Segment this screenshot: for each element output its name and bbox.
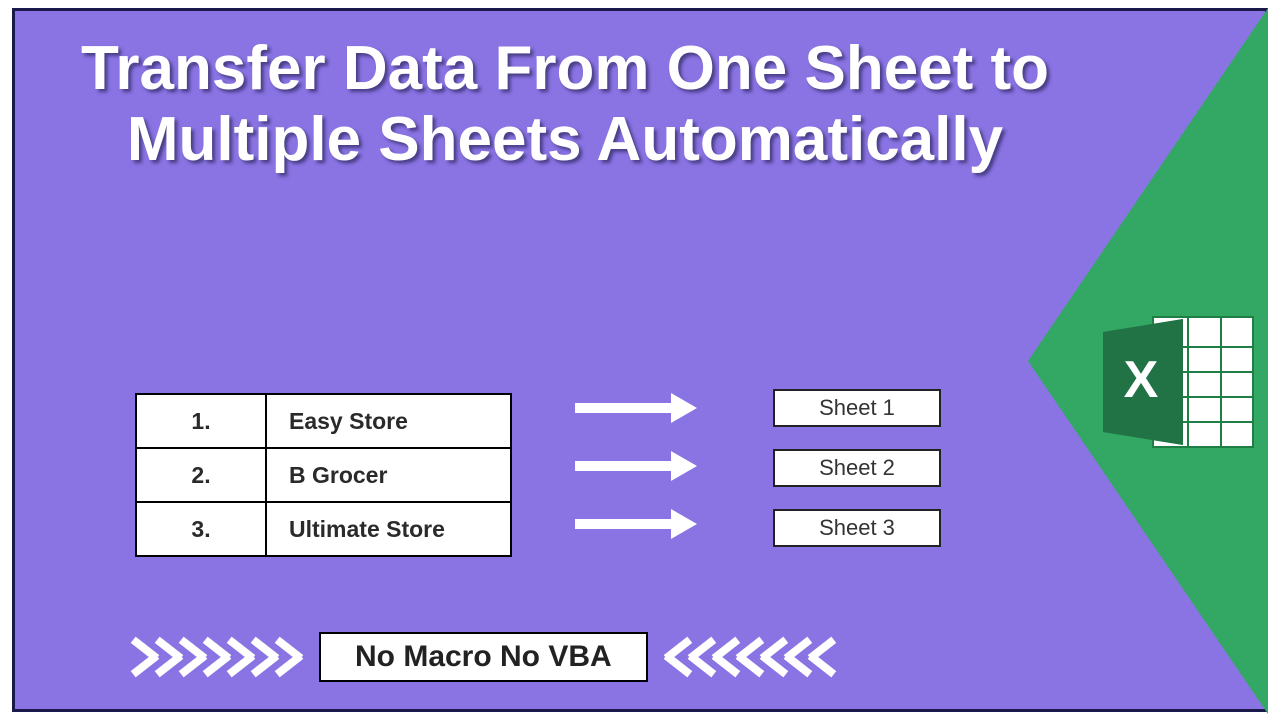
chevron-right-icon bbox=[253, 629, 277, 685]
arrow-group bbox=[575, 399, 695, 573]
chevron-right-icon bbox=[181, 629, 205, 685]
row-number: 2. bbox=[136, 448, 266, 502]
table-row: 2. B Grocer bbox=[136, 448, 511, 502]
chevron-right-icon bbox=[205, 629, 229, 685]
target-sheets: Sheet 1 Sheet 2 Sheet 3 bbox=[773, 389, 941, 569]
sheet-label: Sheet 2 bbox=[773, 449, 941, 487]
arrow-right-icon bbox=[575, 515, 695, 533]
source-data-table: 1. Easy Store 2. B Grocer 3. Ultimate St… bbox=[135, 393, 512, 557]
footer-banner: No Macro No VBA bbox=[133, 629, 943, 685]
chevron-right-icon bbox=[157, 629, 181, 685]
chevrons-right-group bbox=[666, 629, 834, 685]
chevron-left-icon bbox=[786, 629, 810, 685]
slide-frame: Transfer Data From One Sheet to Multiple… bbox=[12, 8, 1268, 712]
slide-title: Transfer Data From One Sheet to Multiple… bbox=[55, 33, 1075, 176]
banner-text: No Macro No VBA bbox=[319, 632, 648, 682]
chevron-left-icon bbox=[738, 629, 762, 685]
svg-text:X: X bbox=[1124, 351, 1159, 409]
sheet-label: Sheet 3 bbox=[773, 509, 941, 547]
chevron-right-icon bbox=[133, 629, 157, 685]
row-number: 3. bbox=[136, 502, 266, 556]
chevron-left-icon bbox=[690, 629, 714, 685]
arrow-right-icon bbox=[575, 399, 695, 417]
chevron-left-icon bbox=[714, 629, 738, 685]
row-name: Easy Store bbox=[266, 394, 511, 448]
excel-icon: X bbox=[1093, 307, 1263, 457]
chevrons-left-group bbox=[133, 629, 301, 685]
chevron-left-icon bbox=[810, 629, 834, 685]
table-row: 1. Easy Store bbox=[136, 394, 511, 448]
chevron-right-icon bbox=[229, 629, 253, 685]
row-name: B Grocer bbox=[266, 448, 511, 502]
sheet-label: Sheet 1 bbox=[773, 389, 941, 427]
row-name: Ultimate Store bbox=[266, 502, 511, 556]
arrow-right-icon bbox=[575, 457, 695, 475]
row-number: 1. bbox=[136, 394, 266, 448]
chevron-left-icon bbox=[762, 629, 786, 685]
chevron-left-icon bbox=[666, 629, 690, 685]
table-row: 3. Ultimate Store bbox=[136, 502, 511, 556]
chevron-right-icon bbox=[277, 629, 301, 685]
